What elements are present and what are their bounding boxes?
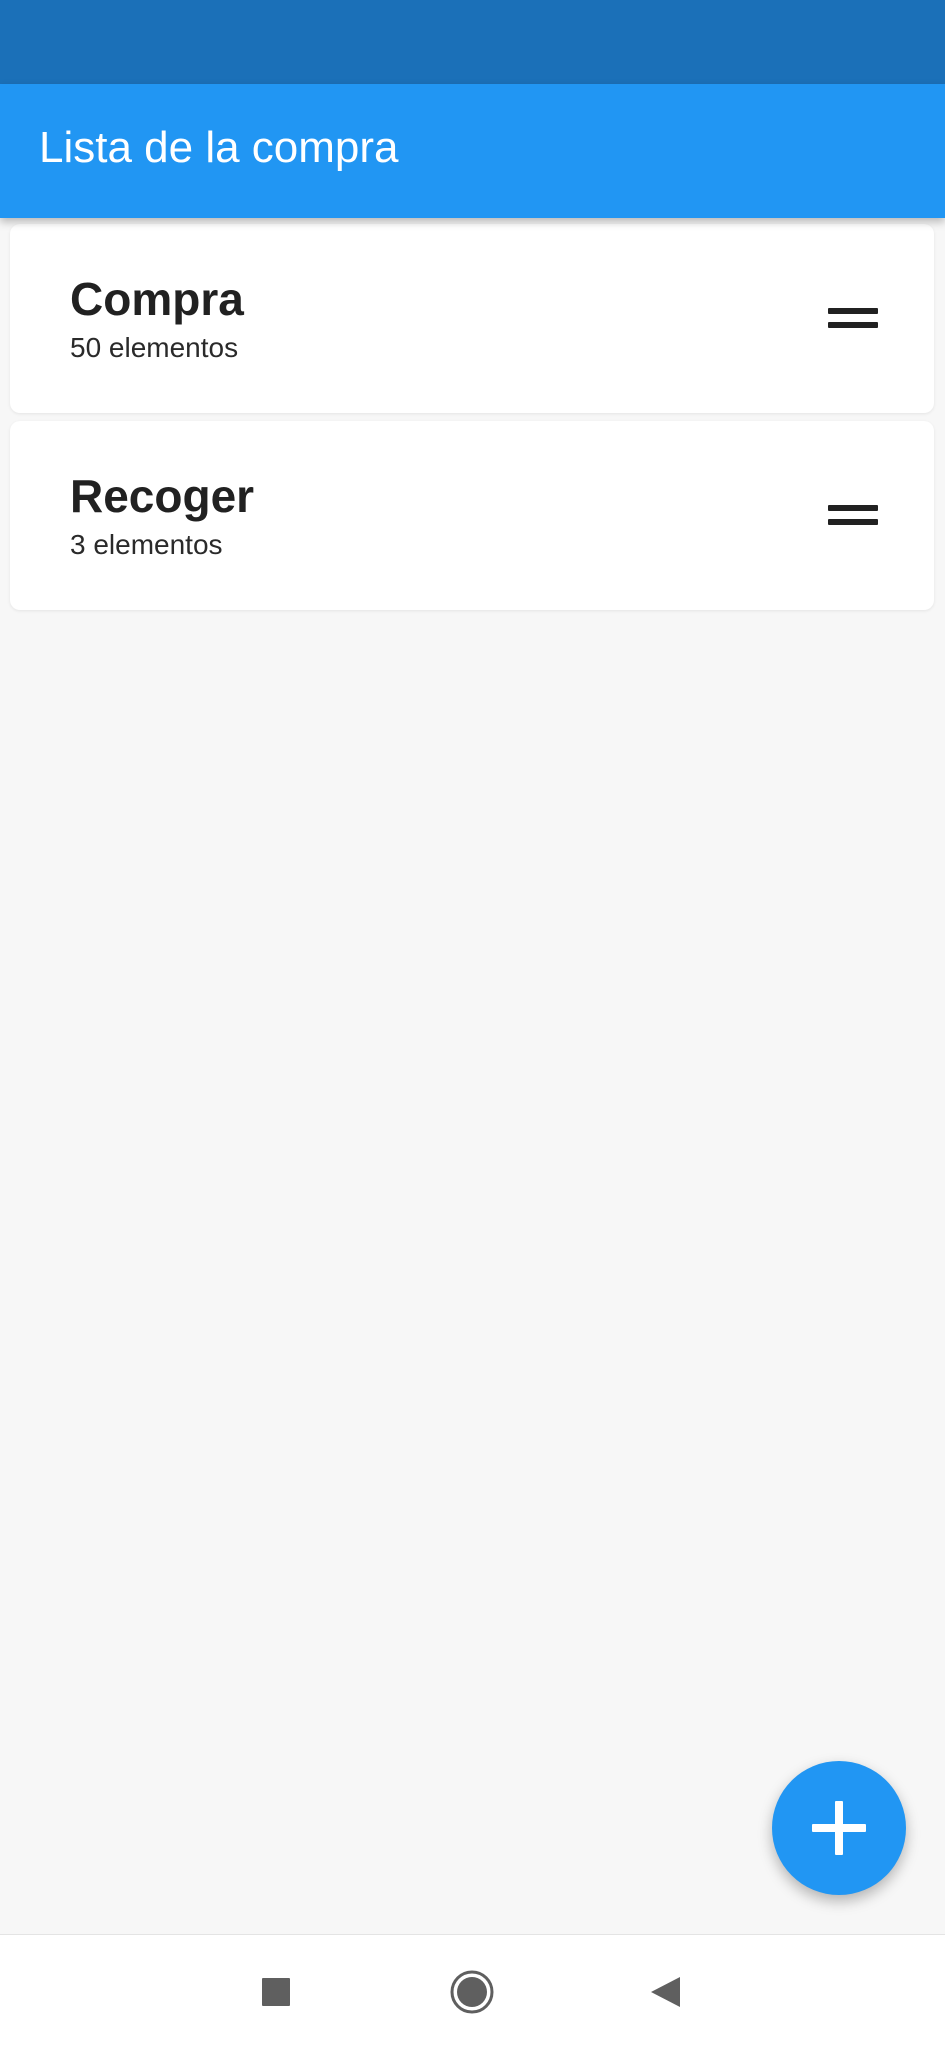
- app-bar: Lista de la compra: [0, 84, 945, 218]
- home-button[interactable]: [437, 1957, 507, 2027]
- recents-button[interactable]: [241, 1957, 311, 2027]
- drag-handle-icon[interactable]: [828, 505, 878, 527]
- recents-icon: [262, 1978, 290, 2006]
- list-item-count: 50 elementos: [70, 332, 239, 363]
- list-item-title: Recoger: [70, 470, 255, 522]
- system-navigation-bar: [0, 1934, 945, 2049]
- shopping-lists: Compra 50 elementos Recoger 3 elementos: [10, 224, 934, 618]
- status-bar: [0, 0, 945, 84]
- plus-icon: [812, 1801, 866, 1855]
- list-item-title: Compra: [70, 273, 244, 325]
- drag-handle-icon[interactable]: [828, 308, 878, 330]
- back-icon: [651, 1977, 680, 2007]
- list-item-recoger[interactable]: Recoger 3 elementos: [10, 421, 934, 610]
- home-icon: [450, 1970, 494, 2014]
- list-item-compra[interactable]: Compra 50 elementos: [10, 224, 934, 413]
- back-button[interactable]: [630, 1957, 700, 2027]
- page-title: Lista de la compra: [39, 123, 399, 172]
- list-item-count: 3 elementos: [70, 529, 223, 560]
- add-list-button[interactable]: [772, 1761, 906, 1895]
